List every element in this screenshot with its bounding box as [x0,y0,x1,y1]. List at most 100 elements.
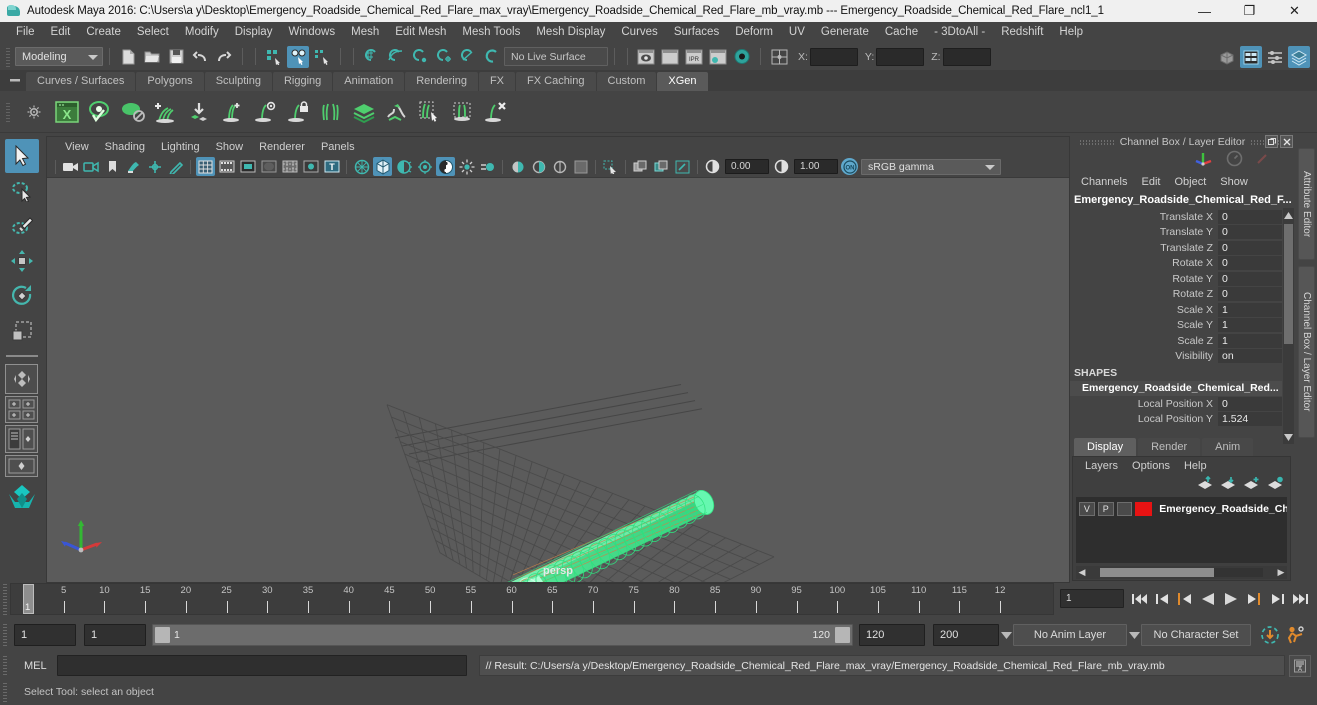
transform-attribute-row[interactable]: Scale Y 1 [1070,318,1295,334]
help-line-gripper[interactable] [0,682,10,702]
close-button[interactable]: ✕ [1272,0,1317,22]
toggle-grid-icon[interactable] [196,157,215,176]
channel-box-scrollbar[interactable] [1283,208,1294,444]
shelf-tab-rendering[interactable]: Rendering [405,72,478,91]
shelf-tab-fx-caching[interactable]: FX Caching [516,72,596,91]
color-management-selector[interactable]: sRGB gamma [861,158,1001,175]
snap-to-point-button[interactable] [409,46,431,68]
layer-list-horizontal-scrollbar[interactable]: ◀ ▶ [1076,566,1287,579]
color-management-toggle-icon[interactable]: ON [841,158,858,175]
play-forwards-icon[interactable] [1220,586,1242,612]
statusline-gripper[interactable] [4,45,12,68]
minimize-button[interactable]: — [1182,0,1227,22]
duplicate-view-teal-icon[interactable] [652,157,671,176]
four-view-layout-button[interactable] [5,396,38,423]
create-layer-from-selection-icon[interactable] [1267,476,1284,495]
viewport-select-icon[interactable] [601,157,620,176]
toggle-film-gate-overlay-icon[interactable] [280,157,299,176]
viewport-menu-renderer[interactable]: Renderer [251,141,313,153]
viewport-menu-view[interactable]: View [57,141,97,153]
move-layer-up-icon[interactable] [1197,475,1213,495]
shelf-tab-curves-surfaces[interactable]: Curves / Surfaces [26,72,136,91]
layer-menu-help[interactable]: Help [1177,460,1214,472]
snap-to-view-plane-button[interactable] [457,46,479,68]
channel-box-menu-channels[interactable]: Channels [1074,176,1134,188]
red-marker-icon[interactable] [1255,152,1269,171]
viewport-snapshot-icon[interactable] [673,157,692,176]
shelf-gripper[interactable] [4,100,12,123]
layer-menu-layers[interactable]: Layers [1078,460,1125,472]
snap-to-curve-button[interactable] [385,46,407,68]
shape-attribute-row[interactable]: Local Position X 0 [1070,396,1295,412]
scrollbar-thumb[interactable] [1284,224,1293,344]
two-d-pan-zoom-icon[interactable] [145,157,164,176]
menu-item-select[interactable]: Select [129,22,177,43]
menu-item-mesh[interactable]: Mesh [343,22,387,43]
layer-editor-tab-display[interactable]: Display [1074,438,1137,456]
step-forward-keyframe-icon[interactable] [1266,586,1288,612]
menu-set-selector[interactable]: Modeling [15,47,103,66]
scroll-up-arrow-icon[interactable] [1283,208,1294,222]
render-settings-button[interactable] [707,46,729,68]
menu-item-edit[interactable]: Edit [43,22,79,43]
viewport-3d-canvas[interactable]: persp [47,178,1069,582]
undock-panel-button[interactable] [1265,135,1278,148]
rotate-tool-button[interactable] [5,279,39,313]
xgen-region-icon[interactable] [447,95,478,129]
xgen-delete-guides-icon[interactable] [480,95,511,129]
time-slider[interactable]: 1 5 10 15 20 25 30 35 40 45 50 55 60 65 70 75 80 85 90 95 1… [10,583,1054,615]
xgen-import-collection-icon[interactable] [183,95,214,129]
attribute-value-field[interactable]: 1 [1218,302,1282,317]
hypershade-button[interactable] [731,46,753,68]
panel-grip-dots[interactable] [1079,139,1114,145]
playback-end-time-field[interactable]: 120 [859,624,925,646]
xgen-preview-groom-icon[interactable] [249,95,280,129]
menu-item-surfaces[interactable]: Surfaces [666,22,727,43]
move-layer-down-icon[interactable] [1220,476,1236,495]
command-input-field[interactable] [56,655,467,676]
menu-item-display[interactable]: Display [227,22,281,43]
auto-keyframe-icon[interactable] [1257,622,1283,648]
time-slider-gripper[interactable] [0,583,10,615]
attribute-value-field[interactable]: 1 [1218,318,1282,333]
duplicate-view-icon[interactable] [631,157,650,176]
command-line-gripper[interactable] [0,654,10,677]
menu-item-mesh-display[interactable]: Mesh Display [528,22,613,43]
viewport-menu-lighting[interactable]: Lighting [153,141,208,153]
transform-attribute-row[interactable]: Rotate Z 0 [1070,287,1295,303]
attribute-value-field[interactable]: 0 [1218,271,1282,286]
xray-active-components-icon[interactable] [571,157,590,176]
attribute-value-field[interactable]: 0 [1218,225,1282,240]
range-end-handle[interactable] [835,627,850,643]
scroll-left-arrow-icon[interactable]: ◀ [1076,567,1088,578]
menu-item-curves[interactable]: Curves [613,22,665,43]
menu-item-cache[interactable]: Cache [877,22,926,43]
show-hide-channel-box-button[interactable] [1288,46,1310,68]
transform-attribute-row[interactable]: Translate Z 0 [1070,240,1295,256]
command-language-label[interactable]: MEL [10,660,57,672]
x-coordinate-field[interactable] [809,47,858,66]
scrollbar-track[interactable] [1100,568,1263,577]
range-start-handle[interactable] [155,627,170,643]
select-by-hierarchy-button[interactable] [263,46,285,68]
go-to-start-icon[interactable] [1128,586,1150,612]
attribute-value-field[interactable]: 1 [1218,333,1282,348]
close-panel-button[interactable] [1280,135,1293,148]
layer-playback-toggle[interactable]: P [1097,501,1114,516]
exposure-control-icon[interactable] [301,157,320,176]
transform-attribute-row[interactable]: Scale Z 1 [1070,333,1295,349]
menu-item-edit-mesh[interactable]: Edit Mesh [387,22,454,43]
xgen-preview-eye-icon[interactable] [84,95,115,129]
gear-icon[interactable] [23,101,45,123]
transform-attribute-row[interactable]: Scale X 1 [1070,302,1295,318]
scale-tool-button[interactable] [5,314,39,348]
hypershade-layout-button[interactable] [5,479,39,515]
toggle-resolution-gate-icon[interactable] [238,157,257,176]
scrollbar-thumb[interactable] [1100,568,1215,577]
undo-button[interactable] [189,46,211,68]
layer-editor-tab-anim[interactable]: Anim [1202,438,1254,456]
channel-box-menu-object[interactable]: Object [1167,176,1213,188]
xgen-lock-groom-icon[interactable] [282,95,313,129]
shelf-tab-rigging[interactable]: Rigging [272,72,333,91]
range-slider-gripper[interactable] [0,623,10,647]
